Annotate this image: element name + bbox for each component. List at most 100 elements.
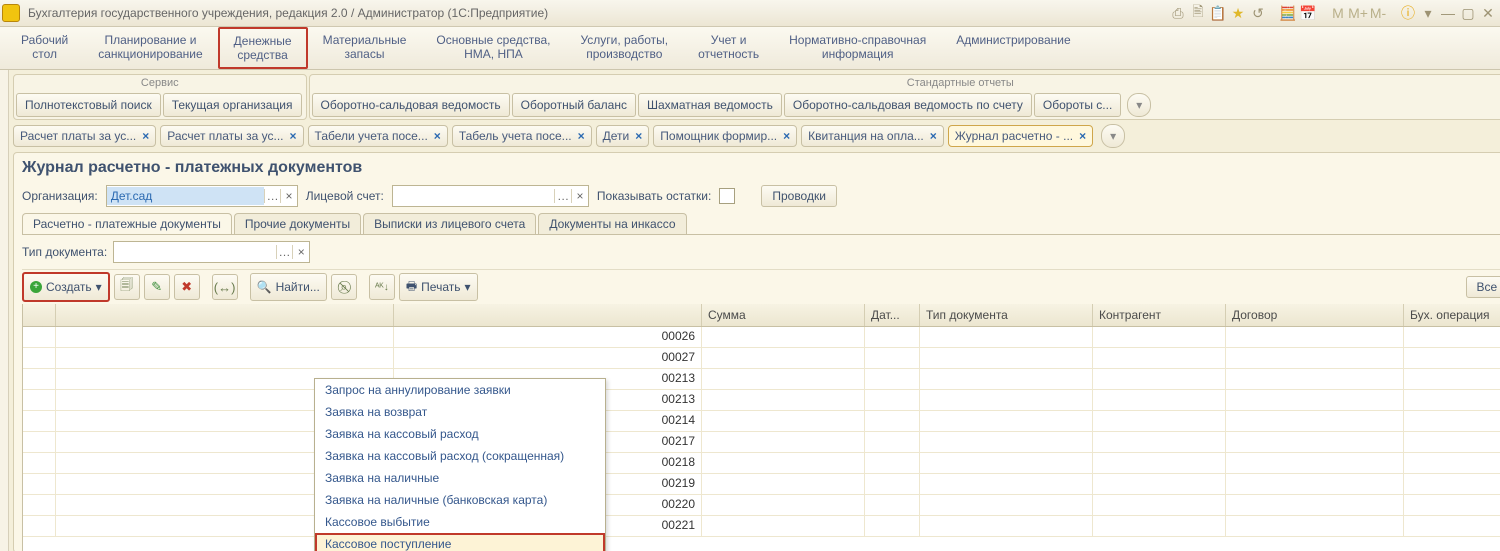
org-dropdown-icon[interactable]: … bbox=[264, 189, 280, 203]
create-menu-item[interactable]: Заявка на наличные bbox=[315, 467, 605, 489]
create-menu-item[interactable]: Заявка на наличные (банковская карта) bbox=[315, 489, 605, 511]
service-button[interactable]: Текущая организация bbox=[163, 93, 302, 117]
create-button[interactable]: + Создать ▾ bbox=[22, 272, 110, 302]
tab[interactable]: Расчет платы за ус...× bbox=[160, 125, 303, 147]
table-col[interactable] bbox=[394, 304, 702, 326]
table-col[interactable] bbox=[56, 304, 394, 326]
table-col[interactable]: Контрагент bbox=[1093, 304, 1226, 326]
subtab[interactable]: Расчетно - платежные документы bbox=[22, 213, 232, 234]
menu-0[interactable]: Рабочийстол bbox=[6, 27, 83, 69]
m-minus2-icon[interactable]: M- bbox=[1370, 5, 1386, 21]
menu-7[interactable]: Нормативно-справочнаяинформация bbox=[774, 27, 941, 69]
m-plus-icon[interactable]: M+ bbox=[1350, 5, 1366, 21]
subtab[interactable]: Прочие документы bbox=[234, 213, 361, 234]
table-row[interactable]: 00217 bbox=[23, 432, 1500, 453]
file-icon[interactable]: 🖹 bbox=[1190, 5, 1206, 21]
dropdown-icon[interactable]: ▾ bbox=[1420, 5, 1436, 21]
copy-icon[interactable]: 🗐 bbox=[114, 274, 140, 300]
tab-close-icon[interactable]: × bbox=[578, 129, 585, 143]
tab-close-icon[interactable]: × bbox=[930, 129, 937, 143]
acc-dropdown-icon[interactable]: … bbox=[554, 189, 571, 203]
tab[interactable]: Табели учета посе...× bbox=[308, 125, 448, 147]
table-row[interactable]: 00027 bbox=[23, 348, 1500, 369]
report-button[interactable]: Обороты с... bbox=[1034, 93, 1121, 117]
org-clear-icon[interactable]: × bbox=[280, 189, 296, 203]
print-button[interactable]: 🖶 Печать ▾ bbox=[399, 273, 478, 301]
acc-input[interactable] bbox=[393, 187, 554, 205]
service-button[interactable]: Полнотекстовый поиск bbox=[16, 93, 161, 117]
acc-combo[interactable]: … × bbox=[392, 185, 589, 207]
tab[interactable]: Дети× bbox=[596, 125, 650, 147]
doctype-input[interactable] bbox=[114, 243, 275, 261]
org-combo[interactable]: … × bbox=[106, 185, 298, 207]
org-input[interactable] bbox=[107, 187, 264, 205]
tab[interactable]: Квитанция на опла...× bbox=[801, 125, 944, 147]
maximize-icon[interactable]: ▢ bbox=[1460, 5, 1476, 21]
menu-1[interactable]: Планирование исанкционирование bbox=[83, 27, 217, 69]
tab-close-icon[interactable]: × bbox=[635, 129, 642, 143]
table-col[interactable]: Дат... bbox=[865, 304, 920, 326]
info-icon[interactable]: ⓘ bbox=[1400, 5, 1416, 21]
table-row[interactable]: 00221 bbox=[23, 516, 1500, 537]
clear-search-icon[interactable]: ⌕⃠ bbox=[331, 274, 357, 300]
table-col[interactable]: Бух. операция bbox=[1404, 304, 1500, 326]
tab-close-icon[interactable]: × bbox=[290, 129, 297, 143]
table-row[interactable]: 00218 bbox=[23, 453, 1500, 474]
tab-close-icon[interactable]: × bbox=[1079, 129, 1086, 143]
star-icon[interactable]: ★ bbox=[1230, 5, 1246, 21]
create-menu-item[interactable]: Запрос на аннулирование заявки bbox=[315, 379, 605, 401]
all-actions-button[interactable]: Все действия ▾ bbox=[1466, 276, 1500, 298]
tab[interactable]: Табель учета посе...× bbox=[452, 125, 592, 147]
menu-8[interactable]: Администрирование bbox=[941, 27, 1085, 69]
tab-close-icon[interactable]: × bbox=[142, 129, 149, 143]
history-icon[interactable]: ↺ bbox=[1250, 5, 1266, 21]
balance-checkbox[interactable] bbox=[719, 188, 735, 204]
m-minus-icon[interactable]: M bbox=[1330, 5, 1346, 21]
clipboard-icon[interactable]: 📋 bbox=[1210, 5, 1226, 21]
tab-close-icon[interactable]: × bbox=[783, 129, 790, 143]
sort-icon[interactable]: ᴬᴷ↓ bbox=[369, 274, 395, 300]
minimize-icon[interactable]: — bbox=[1440, 5, 1456, 21]
edit-icon[interactable]: ✎ bbox=[144, 274, 170, 300]
menu-5[interactable]: Услуги, работы,производство bbox=[565, 27, 683, 69]
table-col[interactable]: Договор bbox=[1226, 304, 1404, 326]
expand-icon[interactable]: (↔) bbox=[212, 274, 238, 300]
more-reports-icon[interactable]: ▾ bbox=[1127, 93, 1151, 117]
table-row[interactable]: 00213 bbox=[23, 369, 1500, 390]
print-icon[interactable]: ⎙ bbox=[1170, 5, 1186, 21]
tab-close-icon[interactable]: × bbox=[434, 129, 441, 143]
report-button[interactable]: Шахматная ведомость bbox=[638, 93, 782, 117]
table-row[interactable]: 00220 bbox=[23, 495, 1500, 516]
table-row[interactable]: 00213 bbox=[23, 390, 1500, 411]
provodki-button[interactable]: Проводки bbox=[761, 185, 837, 207]
delete-icon[interactable]: ✖ bbox=[174, 274, 200, 300]
doctype-dropdown-icon[interactable]: … bbox=[276, 245, 293, 259]
calc-icon[interactable]: 🧮 bbox=[1280, 5, 1296, 21]
subtab[interactable]: Документы на инкассо bbox=[538, 213, 686, 234]
doctype-clear-icon[interactable]: × bbox=[292, 245, 309, 259]
table-row[interactable]: 00219 bbox=[23, 474, 1500, 495]
create-menu-item[interactable]: Кассовое поступление bbox=[315, 533, 605, 551]
acc-clear-icon[interactable]: × bbox=[571, 189, 588, 203]
table-col[interactable] bbox=[23, 304, 56, 326]
create-menu-item[interactable]: Заявка на кассовый расход bbox=[315, 423, 605, 445]
table-row[interactable]: 00026 bbox=[23, 327, 1500, 348]
close-icon[interactable]: ✕ bbox=[1480, 5, 1496, 21]
find-button[interactable]: 🔍 Найти... bbox=[250, 273, 327, 301]
tab[interactable]: Помощник формир...× bbox=[653, 125, 797, 147]
report-button[interactable]: Оборотный баланс bbox=[512, 93, 636, 117]
table-col[interactable]: Тип документа bbox=[920, 304, 1093, 326]
more-tabs-icon[interactable]: ▾ bbox=[1101, 124, 1125, 148]
create-menu-item[interactable]: Кассовое выбытие bbox=[315, 511, 605, 533]
calendar-icon[interactable]: 📅 bbox=[1300, 5, 1316, 21]
table-row[interactable]: 00214 bbox=[23, 411, 1500, 432]
create-menu-item[interactable]: Заявка на возврат bbox=[315, 401, 605, 423]
doctype-combo[interactable]: … × bbox=[113, 241, 310, 263]
tab[interactable]: Журнал расчетно - ...× bbox=[948, 125, 1093, 147]
tab[interactable]: Расчет платы за ус...× bbox=[13, 125, 156, 147]
create-menu-item[interactable]: Заявка на кассовый расход (сокращенная) bbox=[315, 445, 605, 467]
menu-6[interactable]: Учет иотчетность bbox=[683, 27, 774, 69]
report-button[interactable]: Оборотно-сальдовая ведомость по счету bbox=[784, 93, 1032, 117]
report-button[interactable]: Оборотно-сальдовая ведомость bbox=[312, 93, 510, 117]
menu-4[interactable]: Основные средства,НМА, НПА bbox=[421, 27, 565, 69]
